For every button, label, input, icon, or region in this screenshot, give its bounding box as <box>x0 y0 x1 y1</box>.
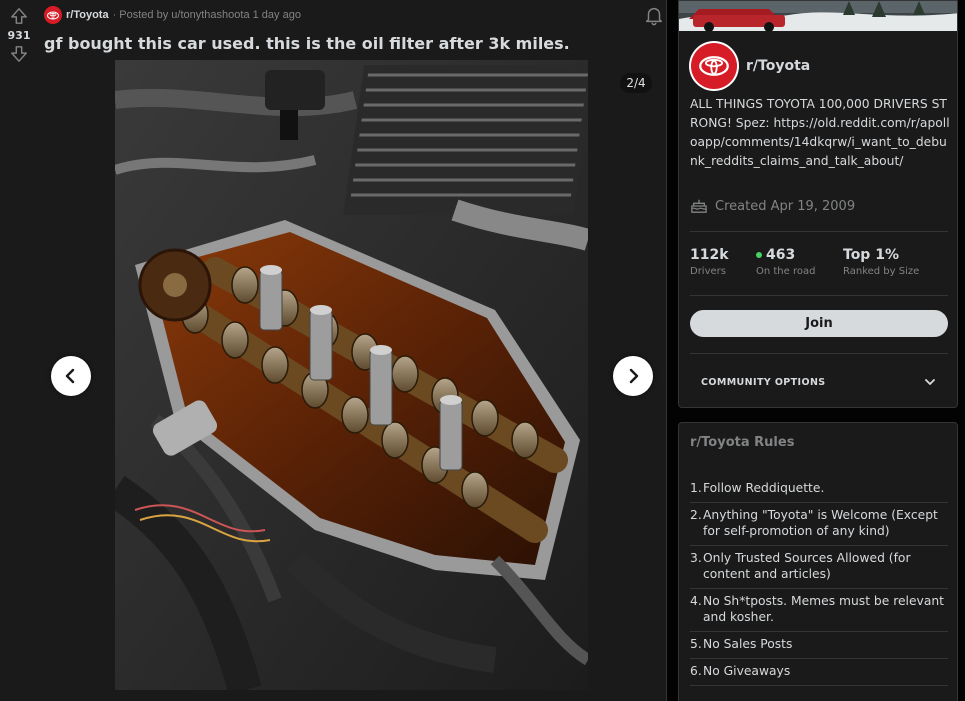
bell-icon[interactable] <box>643 4 665 26</box>
rule-number: 1. <box>690 481 702 495</box>
stat-members-label: Drivers <box>690 266 726 277</box>
rule-item[interactable]: 5. No Sales Posts <box>690 632 948 659</box>
downvote-arrow-icon <box>11 46 27 62</box>
join-button[interactable]: Join <box>690 310 948 337</box>
divider <box>690 231 948 232</box>
rule-number: 2. <box>690 508 702 522</box>
toyota-logo-icon <box>47 11 59 19</box>
stat-online-value-row: 463 <box>756 247 843 263</box>
gallery-next-button[interactable] <box>613 356 653 396</box>
stat-rank: Top 1% Ranked by Size <box>843 247 943 277</box>
divider <box>690 353 948 354</box>
rule-item[interactable]: 6. No Giveaways <box>690 659 948 686</box>
vote-column: 931 <box>0 0 38 64</box>
upvote-arrow-icon <box>11 8 27 24</box>
community-name[interactable]: r/Toyota <box>746 58 810 74</box>
rule-text: Only Trusted Sources Allowed (for conten… <box>703 551 911 581</box>
community-description: ALL THINGS TOYOTA 100,000 DRIVERS STRONG… <box>690 97 950 168</box>
community-avatar[interactable] <box>689 41 739 91</box>
created-date: Created Apr 19, 2009 <box>690 198 855 214</box>
stat-members: 112k Drivers <box>690 247 756 277</box>
stat-online-label: On the road <box>756 266 816 277</box>
community-header: r/Toyota <box>689 41 810 91</box>
rule-text: No Sales Posts <box>703 637 793 651</box>
rule-text: Anything "Toyota" is Welcome (Except for… <box>703 508 938 538</box>
gallery-prev-button[interactable] <box>51 356 91 396</box>
stat-rank-value: Top 1% <box>843 247 899 263</box>
chevron-down-icon <box>925 379 935 385</box>
gallery-counter: 2/4 <box>620 73 652 93</box>
engine-photo <box>115 60 588 690</box>
created-date-text: Created Apr 19, 2009 <box>715 198 856 214</box>
vote-count: 931 <box>7 29 31 42</box>
rule-item[interactable]: 4. No Sh*tposts. Memes must be relevant a… <box>690 589 948 632</box>
rule-text: No Giveaways <box>703 664 791 678</box>
community-options-toggle[interactable]: COMMUNITY OPTIONS <box>701 371 937 393</box>
about-community-card: r/Toyota ALL THINGS TOYOTA 100,000 DRIVE… <box>678 0 958 408</box>
post-card: 931 r/Toyota · Posted by u/tonythashoota… <box>0 0 667 701</box>
stat-online-value: 463 <box>766 247 796 263</box>
toyota-logo-icon <box>699 56 729 76</box>
community-options-label: COMMUNITY OPTIONS <box>701 376 826 388</box>
banner-image <box>679 1 957 31</box>
rule-number: 6. <box>690 664 702 678</box>
upvote-button[interactable] <box>8 6 30 26</box>
post-meta: r/Toyota · Posted by u/tonythashoota 1 d… <box>44 6 301 24</box>
rules-card: r/Toyota Rules 1. Follow Reddiquette. 2. A… <box>678 422 958 701</box>
rule-item[interactable]: 2. Anything "Toyota" is Welcome (Except f… <box>690 503 948 546</box>
divider <box>690 295 948 296</box>
rule-item[interactable]: 3. Only Trusted Sources Allowed (for cont… <box>690 546 948 589</box>
subreddit-link[interactable]: r/Toyota <box>66 9 109 21</box>
rule-number: 3. <box>690 551 702 565</box>
stat-rank-label: Ranked by Size <box>843 266 920 277</box>
subreddit-icon[interactable] <box>44 6 62 24</box>
rule-text: Follow Reddiquette. <box>703 481 825 495</box>
stat-online: 463 On the road <box>756 247 843 277</box>
community-banner <box>679 1 957 31</box>
page: 931 r/Toyota · Posted by u/tonythashoota… <box>0 0 965 701</box>
community-avatar-inner <box>691 43 737 89</box>
community-stats: 112k Drivers 463 On the road Top 1% Rank… <box>690 247 943 277</box>
online-dot-icon <box>756 252 762 258</box>
downvote-button[interactable] <box>8 44 30 64</box>
posted-by: · Posted by u/tonythashoota 1 day ago <box>112 9 301 21</box>
rule-number: 5. <box>690 637 702 651</box>
post-title[interactable]: gf bought this car used. this is the oil… <box>44 34 570 53</box>
rules-list: 1. Follow Reddiquette. 2. Anything "Toyota… <box>690 476 948 686</box>
stat-members-value: 112k <box>690 247 729 263</box>
rule-number: 4. <box>690 594 702 608</box>
chevron-left-icon <box>65 368 75 384</box>
rule-text: No Sh*tposts. Memes must be relevant and… <box>703 594 944 624</box>
cake-icon <box>691 199 707 213</box>
rules-title: r/Toyota Rules <box>690 435 795 450</box>
rule-item[interactable]: 1. Follow Reddiquette. <box>690 476 948 503</box>
chevron-right-icon <box>629 368 639 384</box>
gallery-image[interactable] <box>115 60 588 690</box>
